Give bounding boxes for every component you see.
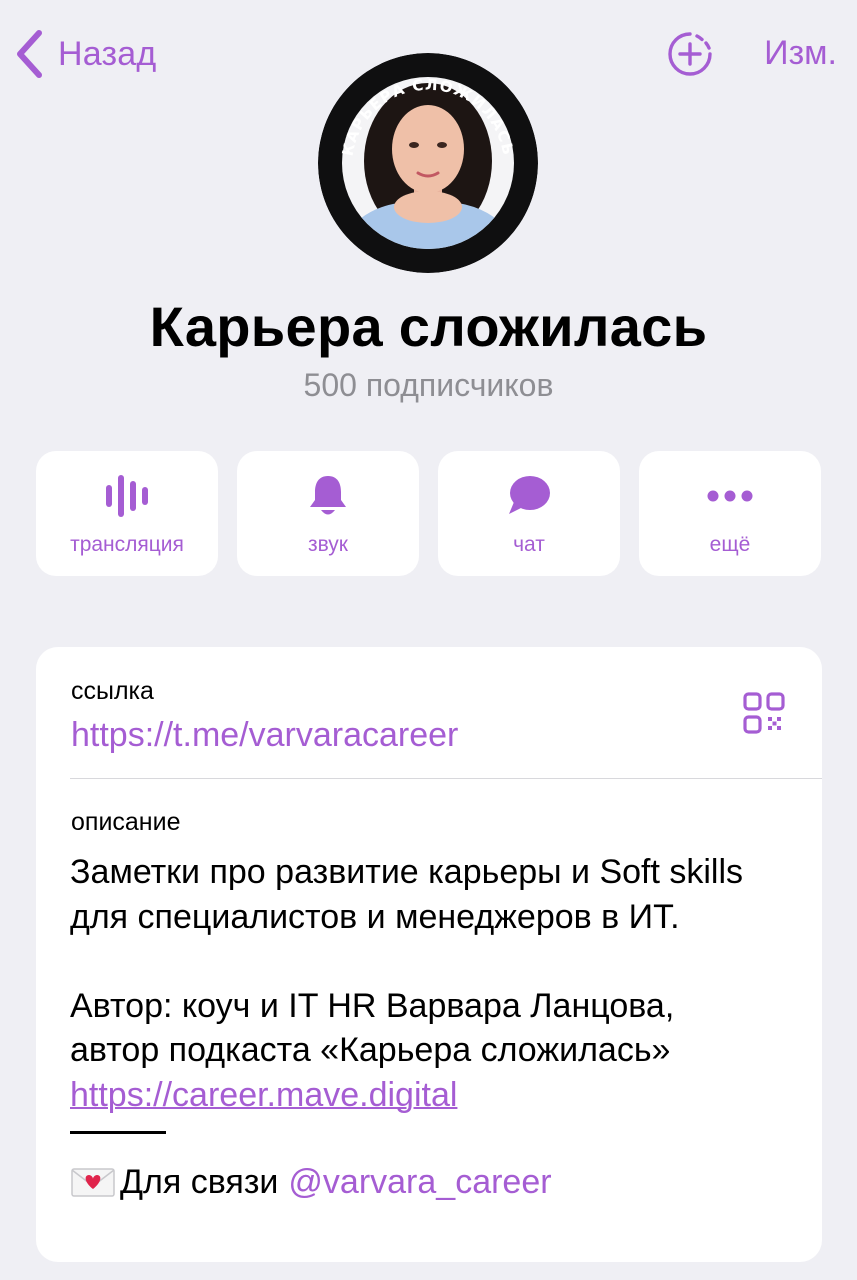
bell-icon — [310, 476, 346, 515]
qr-code-icon[interactable] — [742, 691, 786, 735]
back-label: Назад — [58, 34, 157, 73]
description-paragraph-1: Заметки про развитие карьеры и Soft skil… — [70, 853, 744, 936]
chat-label: чат — [513, 533, 545, 556]
love-letter-icon — [71, 1168, 115, 1197]
sound-label: звук — [307, 533, 348, 556]
info-divider — [70, 778, 822, 779]
channel-description: Заметки про развитие карьеры и Soft skil… — [70, 850, 790, 1205]
add-story-icon[interactable] — [666, 30, 714, 78]
description-podcast-line: автор подкаста «Карьера сложилась» — [70, 1031, 671, 1069]
live-stream-button[interactable]: трансляция — [36, 451, 218, 576]
chat-button[interactable]: чат — [438, 451, 620, 576]
contact-prefix: Для связи — [120, 1163, 279, 1201]
chat-bubble-icon — [509, 476, 550, 514]
avatar-image: КАРЬЕРА СЛОЖИЛАСЬ — [318, 53, 538, 273]
channel-title: Карьера сложилась — [149, 295, 708, 358]
back-button[interactable]: Назад — [14, 28, 156, 80]
podcast-link[interactable]: https://career.mave.digital — [70, 1076, 457, 1114]
description-separator — [70, 1131, 166, 1134]
channel-link[interactable]: https://t.me/varvaracareer — [71, 716, 458, 755]
contact-line: Для связи @varvara_career — [70, 1160, 790, 1205]
chevron-left-icon — [17, 30, 42, 78]
link-caption: ссылка — [71, 677, 154, 705]
contact-handle-link[interactable]: @varvara_career — [288, 1160, 551, 1205]
more-label: ещё — [709, 533, 751, 556]
live-stream-label: трансляция — [70, 533, 184, 556]
subscriber-count: 500 подписчиков — [303, 367, 554, 403]
more-button[interactable]: ещё — [639, 451, 821, 576]
edit-button[interactable]: Изм. — [764, 34, 837, 73]
more-dots-icon — [707, 490, 753, 502]
description-author-line: Автор: коуч и IT HR Варвара Ланцова, — [70, 986, 675, 1025]
description-caption: описание — [71, 808, 181, 836]
sound-button[interactable]: звук — [237, 451, 419, 576]
channel-avatar[interactable]: КАРЬЕРА СЛОЖИЛАСЬ — [318, 53, 538, 273]
live-stream-icon — [106, 475, 148, 517]
